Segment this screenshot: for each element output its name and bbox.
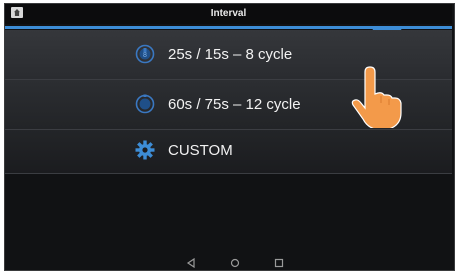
home-nav-icon[interactable] xyxy=(229,258,241,268)
back-icon[interactable] xyxy=(185,258,197,268)
recents-icon[interactable] xyxy=(273,258,285,268)
screenshot-frame: Interval 8 25s / 15s – 8 cycle 60s / 75s… xyxy=(0,0,462,276)
option-custom[interactable]: CUSTOM xyxy=(5,130,452,174)
page-title: Interval xyxy=(210,8,247,19)
title-bar: Interval xyxy=(5,4,452,24)
android-nav-bar xyxy=(5,258,452,270)
option-label: CUSTOM xyxy=(168,142,233,159)
option-label: 60s / 75s – 12 cycle xyxy=(168,96,301,113)
svg-text:8: 8 xyxy=(143,52,147,59)
stopwatch-icon: 8 xyxy=(135,44,155,64)
option-label: 25s / 15s – 8 cycle xyxy=(168,46,293,63)
stopwatch-icon xyxy=(135,94,155,114)
pointing-hand-icon xyxy=(351,66,402,128)
gear-icon xyxy=(135,140,155,160)
